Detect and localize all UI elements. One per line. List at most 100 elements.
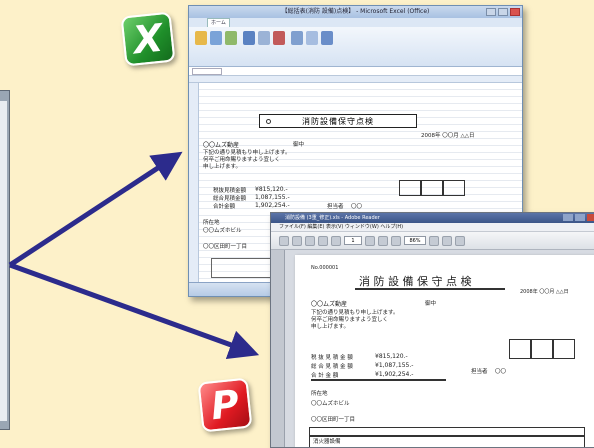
- pdf-stamp-box-3: [553, 339, 575, 359]
- minimize-icon[interactable]: [486, 8, 496, 16]
- ribbon-group-cells[interactable]: [291, 31, 333, 62]
- excel-table-stub: [211, 258, 271, 278]
- excel-ribbon-tabs[interactable]: ホーム: [189, 18, 522, 27]
- stamp-box-3: [443, 180, 465, 196]
- excel-amount-3-value: 1,902,254.-: [255, 202, 290, 209]
- pdf-address-label: 所在地: [311, 391, 328, 397]
- zoom-out-icon[interactable]: [378, 235, 388, 246]
- maximize-icon[interactable]: [498, 8, 508, 16]
- pdf-badge-icon: P: [197, 377, 253, 433]
- sort-icon[interactable]: [321, 31, 333, 45]
- pdf-badge-letter: P: [208, 381, 242, 429]
- pdf-greeting-3: 申し上げます。: [311, 324, 349, 330]
- excel-greeting-3: 申し上げます。: [203, 164, 241, 170]
- column-headers: [189, 76, 522, 83]
- prev-page-icon[interactable]: [331, 235, 341, 246]
- close-icon[interactable]: [510, 8, 520, 16]
- cut-icon[interactable]: [210, 31, 222, 45]
- pdf-address-value: 〇〇ムズホビル: [311, 401, 350, 407]
- zoom-in-icon[interactable]: [391, 235, 401, 246]
- excel-date: 2008年 〇〇月 △△日: [421, 133, 475, 139]
- print-icon[interactable]: [305, 235, 315, 246]
- excel-amount-1-value: ¥815,120.-: [255, 186, 288, 193]
- excel-person-label: 担当者: [327, 204, 344, 210]
- excel-amount-3-label: 合計金額: [213, 204, 236, 210]
- pdf-window[interactable]: 消防設備 (3重_修正).xls - Adobe Reader ファイル(F) …: [270, 212, 594, 448]
- excel-ribbon[interactable]: [189, 27, 522, 67]
- search-icon[interactable]: [455, 235, 465, 246]
- excel-doc-title: 消防設備保守点検: [302, 116, 374, 126]
- pdf-honorific: 御中: [425, 301, 437, 307]
- excel-address-value: 〇〇ムズホビル: [203, 228, 242, 234]
- excel-title-bar[interactable]: 【総括表(消防 設備)点検】 - Microsoft Excel (Office…: [189, 6, 522, 18]
- pdf-building: 〇〇区田町一丁目: [311, 417, 356, 423]
- excel-window-title: 【総括表(消防 設備)点検】 - Microsoft Excel (Office…: [281, 8, 430, 15]
- minimize-icon[interactable]: [563, 214, 573, 221]
- stamp-box-1: [399, 180, 421, 196]
- font-icon[interactable]: [243, 31, 255, 45]
- align-icon[interactable]: [258, 31, 270, 45]
- save-icon[interactable]: [292, 235, 302, 246]
- pdf-amount-1-value: ¥815,120.-: [375, 353, 408, 360]
- pdf-amount-3-value: ¥1,902,254.-: [375, 371, 414, 378]
- page-number-input[interactable]: 1: [344, 236, 362, 245]
- fit-width-icon[interactable]: [442, 235, 452, 246]
- excel-window-controls[interactable]: [486, 8, 520, 16]
- name-box[interactable]: [192, 67, 222, 75]
- tab-home[interactable]: ホーム: [207, 18, 230, 27]
- pdf-navigation-pane[interactable]: [271, 250, 285, 447]
- pdf-table-header-line: [309, 435, 585, 437]
- circle-icon: [266, 119, 271, 124]
- excel-address-label: 所在地: [203, 220, 220, 226]
- insert-icon[interactable]: [291, 31, 303, 45]
- stamp-box-2: [421, 180, 443, 196]
- close-icon[interactable]: [587, 214, 594, 221]
- pdf-title-underline: [355, 288, 505, 290]
- pdf-stamp-box-1: [509, 339, 531, 359]
- pdf-date: 2008年 〇〇月 △△日: [520, 289, 569, 295]
- delete-icon[interactable]: [306, 31, 318, 45]
- pdf-window-title: 消防設備 (3重_修正).xls - Adobe Reader: [285, 215, 380, 221]
- row-headers: [189, 83, 199, 282]
- pdf-amount-2-value: ¥1,087,155.-: [375, 362, 414, 369]
- next-page-icon[interactable]: [365, 235, 375, 246]
- maximize-icon[interactable]: [575, 214, 585, 221]
- pdf-menu-bar[interactable]: ファイル(F) 編集(E) 表示(V) ウィンドウ(W) ヘルプ(H): [271, 223, 594, 232]
- ribbon-group-font[interactable]: [243, 31, 285, 62]
- pdf-window-controls[interactable]: [563, 214, 594, 221]
- pdf-amount-1-label: 税 抜 見 積 金 額: [311, 355, 353, 361]
- excel-amount-1-label: 税抜見積金額: [213, 188, 247, 194]
- email-icon[interactable]: [318, 235, 328, 246]
- open-icon[interactable]: [279, 235, 289, 246]
- pdf-person-label: 担当者: [471, 369, 488, 375]
- excel-building: 〇〇区田町一丁目: [203, 244, 248, 250]
- zoom-input[interactable]: 86%: [404, 236, 426, 245]
- excel-amount-2-value: 1,087,155.-: [255, 194, 290, 201]
- pdf-toolbar[interactable]: 1 86%: [271, 232, 594, 250]
- pdf-amount-underline: [311, 379, 446, 381]
- paste-icon[interactable]: [195, 31, 207, 45]
- pdf-amount-2-label: 総 合 見 積 金 額: [311, 364, 353, 370]
- pdf-table-first-row: 消火器設備: [313, 439, 341, 445]
- pdf-person-value: 〇〇: [495, 369, 507, 375]
- excel-person-value: 〇〇: [351, 204, 363, 210]
- excel-honorific: 御中: [293, 142, 305, 148]
- pdf-doc-title: 消 防 設 備 保 守 点 検: [359, 275, 472, 288]
- arrow-to-excel: [8, 151, 183, 268]
- pdf-recipient: 〇〇ムズ動産: [311, 301, 348, 308]
- fit-page-icon[interactable]: [429, 235, 439, 246]
- format-icon[interactable]: [273, 31, 285, 45]
- pdf-page: No.000001 消 防 設 備 保 守 点 検 2008年 〇〇月 △△日 …: [295, 255, 594, 447]
- formula-bar[interactable]: [189, 67, 522, 76]
- copy-icon[interactable]: [225, 31, 237, 45]
- ribbon-group-clipboard[interactable]: [195, 31, 237, 62]
- pdf-amount-3-label: 合 計 金 額: [311, 373, 339, 379]
- pdf-title-bar[interactable]: 消防設備 (3重_修正).xls - Adobe Reader: [271, 213, 594, 223]
- pdf-items-table: [309, 427, 585, 447]
- excel-badge-icon: X: [120, 11, 176, 67]
- excel-doc-title-box: 消防設備保守点検: [259, 114, 417, 128]
- pdf-doc-number: No.000001: [311, 265, 339, 271]
- excel-badge-letter: X: [131, 15, 165, 63]
- excel-amount-2-label: 総合見積金額: [213, 196, 247, 202]
- pdf-stamp-box-2: [531, 339, 553, 359]
